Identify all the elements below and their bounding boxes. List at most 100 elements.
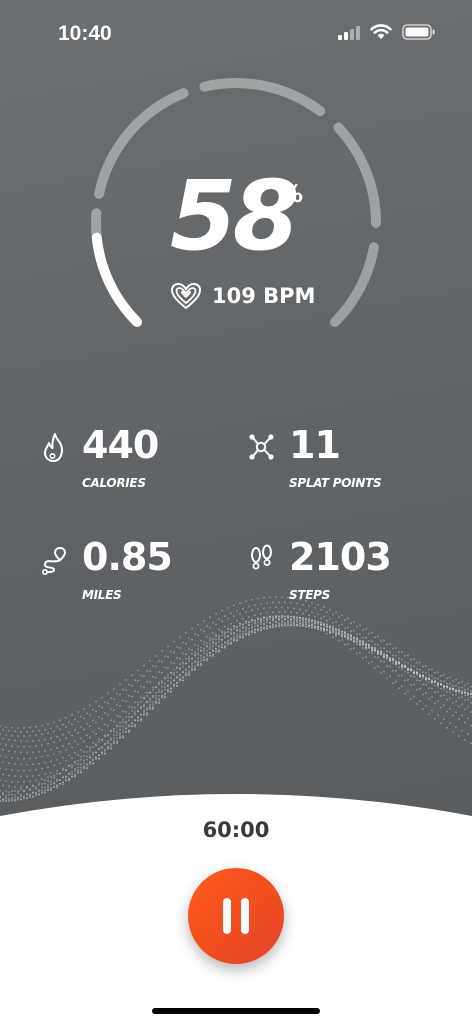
wave-dot: [134, 690, 136, 692]
stat-calories: 440 CALORIES: [40, 426, 220, 496]
wave-dot: [215, 635, 217, 638]
wave-dot: [116, 724, 118, 727]
wave-dot: [68, 743, 70, 745]
wave-dot: [464, 684, 466, 686]
wave-dot: [209, 637, 211, 640]
wave-dot: [401, 667, 403, 670]
wave-dot: [92, 746, 94, 749]
wave-dot: [74, 770, 76, 772]
wave-dot: [14, 785, 16, 788]
wave-dot: [323, 615, 325, 618]
wave-dot: [293, 607, 295, 610]
wave-dot: [236, 609, 238, 612]
wave-dot: [296, 623, 298, 626]
wave-dot: [209, 654, 211, 657]
wave-dot: [11, 769, 13, 772]
wave-dot: [194, 661, 196, 664]
wave-dot: [218, 650, 220, 653]
wave-dot: [428, 674, 430, 677]
wave-dot: [362, 647, 364, 650]
pause-button[interactable]: [188, 868, 284, 964]
wave-dot: [122, 731, 124, 734]
wave-dot: [419, 668, 421, 671]
wave-dot: [206, 645, 208, 648]
wave-dot: [50, 780, 52, 783]
wave-dot: [200, 650, 202, 652]
wave-dot: [194, 654, 196, 657]
wave-dot: [86, 751, 88, 754]
wave-dot: [44, 761, 46, 764]
wave-dot: [62, 776, 64, 779]
wave-dot: [179, 673, 181, 676]
wave-dot: [41, 767, 43, 770]
wave-dot: [371, 640, 373, 643]
wave-dot: [434, 702, 436, 705]
wave-dot: [140, 700, 142, 703]
wave-dot: [134, 701, 136, 704]
wave-dot: [128, 729, 130, 732]
wave-dot: [23, 769, 25, 772]
wave-dot: [185, 672, 187, 675]
wave-dot: [0, 725, 1, 728]
wave-dot: [236, 637, 238, 640]
splat-icon: [249, 434, 274, 460]
wave-dot: [206, 625, 208, 627]
wave-dot: [362, 657, 364, 659]
wave-dot: [455, 694, 457, 696]
wave-dot: [173, 671, 175, 674]
wave-dot: [242, 617, 244, 620]
wave-dot: [179, 677, 181, 680]
splat-points-label: SPLAT POINTS: [289, 476, 382, 490]
wave-dot: [47, 776, 49, 779]
wave-dot: [461, 714, 463, 717]
wave-dot: [296, 602, 298, 605]
wave-dot: [74, 751, 76, 754]
wave-dot: [23, 757, 25, 760]
wave-dot: [449, 691, 451, 694]
wave-dot: [116, 703, 118, 706]
wave-dot: [359, 644, 361, 646]
wave-dot: [146, 669, 148, 672]
wave-dot: [452, 684, 454, 687]
wave-dot: [233, 631, 235, 634]
wave-dot: [197, 644, 199, 647]
wave-dot: [158, 688, 160, 691]
wave-dot: [437, 685, 439, 688]
wave-dot: [263, 623, 265, 626]
wave-dot: [185, 653, 187, 656]
wave-dot: [308, 622, 310, 624]
wave-dot: [149, 670, 151, 673]
wave-dot: [239, 602, 241, 605]
wave-dot: [458, 696, 460, 699]
wave-dot: [104, 742, 106, 745]
wave-dot: [0, 754, 1, 757]
wave-dot: [446, 726, 448, 729]
wave-dot: [80, 759, 82, 761]
wave-dot: [53, 730, 55, 733]
wave-dot: [398, 674, 400, 677]
wave-dot: [287, 622, 289, 625]
wave-dot: [164, 682, 166, 685]
wave-dot: [335, 629, 337, 632]
wave-dot: [272, 615, 274, 618]
wave-dot: [77, 754, 79, 757]
wave-dot: [326, 611, 328, 613]
wave-dot: [11, 780, 13, 783]
home-indicator[interactable]: [152, 1008, 320, 1014]
wave-dot: [101, 717, 103, 720]
wave-dot: [257, 617, 259, 620]
wave-dot: [191, 648, 193, 651]
wave-dot: [236, 639, 238, 642]
wave-dot: [80, 715, 82, 718]
wave-dot: [464, 738, 466, 741]
wave-dot: [155, 694, 157, 697]
wave-dot: [56, 772, 58, 775]
wave-dot: [188, 648, 190, 650]
wave-dot: [125, 722, 127, 725]
wave-dot: [317, 627, 319, 630]
wave-dot: [41, 744, 43, 746]
wave-dot: [134, 713, 136, 716]
wave-dot: [101, 746, 103, 748]
wave-dot: [440, 687, 442, 690]
wave-dot: [425, 679, 427, 681]
